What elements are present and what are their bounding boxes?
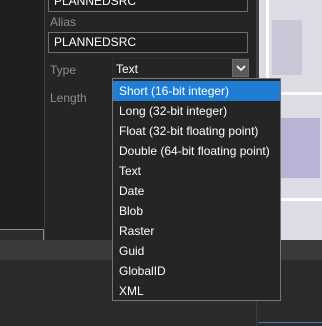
- alias-field[interactable]: PLANNEDSRC: [48, 32, 248, 53]
- type-option-xml[interactable]: XML: [113, 281, 280, 301]
- name-field[interactable]: PLANNEDSRC: [48, 0, 248, 12]
- type-dropdown-list: Short (16-bit integer) Long (32-bit inte…: [112, 78, 281, 301]
- type-option-raster[interactable]: Raster: [113, 221, 280, 241]
- left-panel: [0, 0, 45, 240]
- chevron-down-icon: [236, 65, 246, 72]
- type-option-short[interactable]: Short (16-bit integer): [113, 81, 280, 101]
- type-option-blob[interactable]: Blob: [113, 201, 280, 221]
- type-option-long[interactable]: Long (32-bit integer): [113, 101, 280, 121]
- alias-label: Alias: [50, 15, 77, 29]
- type-option-globalid[interactable]: GlobalID: [113, 261, 280, 281]
- type-option-text[interactable]: Text: [113, 161, 280, 181]
- map-parcel: [272, 20, 302, 75]
- type-select-value: Text: [116, 62, 139, 76]
- type-option-double[interactable]: Double (64-bit floating point): [113, 141, 280, 161]
- type-option-float[interactable]: Float (32-bit floating point): [113, 121, 280, 141]
- type-option-date[interactable]: Date: [113, 181, 280, 201]
- map-parcel: [280, 118, 320, 178]
- length-label: Length: [50, 91, 87, 105]
- type-dropdown-button[interactable]: [232, 59, 249, 77]
- bottom-right-accent-line: [258, 322, 322, 323]
- type-label: Type: [50, 63, 77, 77]
- type-option-guid[interactable]: Guid: [113, 241, 280, 261]
